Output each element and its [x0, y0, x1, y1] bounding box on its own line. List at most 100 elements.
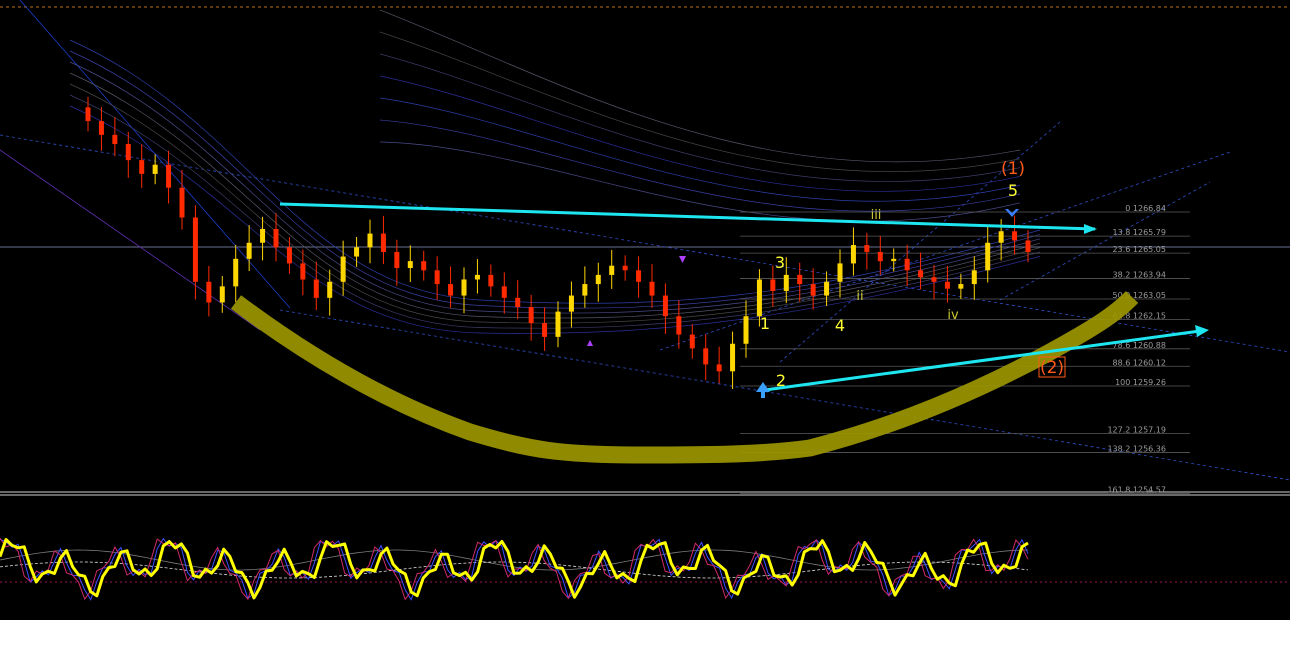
candle-body	[367, 233, 373, 248]
wave-label: 3	[775, 253, 785, 272]
chart-canvas: 0 1266.84 13.8 1265.79 23.6 1265.05 38.2 12…	[0, 0, 1290, 620]
candle-body	[421, 261, 427, 271]
trendlines	[279, 202, 1209, 392]
candle-body	[434, 270, 440, 285]
fib-level-label: 13.8 1265.79	[1113, 228, 1166, 237]
sell-arrow-icon	[1005, 209, 1019, 217]
fib-level-pct: 38.2	[1113, 271, 1133, 280]
candle-body	[233, 258, 239, 287]
channel-line	[69, 83, 1041, 324]
candle-body	[1012, 231, 1018, 241]
fib-level-price: 1259.26	[1133, 378, 1166, 387]
candle-body	[206, 281, 212, 303]
candle-body	[944, 281, 950, 289]
fib-level-pct: 127.2	[1107, 426, 1132, 435]
fib-level-label: 88.6 1260.12	[1113, 358, 1166, 367]
grid-layer	[0, 6, 1290, 583]
wave-label: (2)	[1040, 358, 1064, 378]
candle-body	[300, 263, 306, 280]
fib-level-label: 38.2 1263.94	[1113, 271, 1166, 280]
candle-body	[555, 311, 561, 337]
fib-level-pct: 161.8	[1107, 486, 1132, 495]
wave-label: 2	[776, 371, 786, 390]
wave-label: 5	[1008, 181, 1018, 200]
fib-level-pct: 138.2	[1107, 445, 1132, 454]
candle-body	[192, 217, 198, 282]
price-chart: 0 1266.8413.8 1265.7923.6 1265.0538.2 12…	[0, 0, 1290, 601]
candle-body	[179, 187, 185, 218]
fib-level-price: 1265.05	[1133, 245, 1166, 254]
candle-body	[582, 284, 588, 296]
fib-level-label: 127.2 1257.19	[1107, 426, 1166, 435]
fib-level-label: 100 1259.26	[1115, 378, 1166, 387]
candle-body	[676, 316, 682, 335]
fib-level-label: 23.6 1265.05	[1113, 245, 1166, 254]
cup-arc	[230, 291, 1139, 464]
candle-body	[891, 258, 897, 262]
channel-line	[69, 61, 1041, 314]
channel-line	[0, 149, 261, 331]
bottom-marker-icon	[587, 340, 593, 346]
top-marker-icon	[679, 256, 686, 263]
candle-body	[528, 307, 534, 324]
channel-line	[379, 97, 1021, 202]
candle-body	[246, 242, 252, 259]
fib-level-pct: 23.6	[1113, 245, 1133, 254]
fib-level-price: 1262.15	[1133, 312, 1166, 321]
candle-body	[743, 316, 749, 344]
candle-body	[689, 334, 695, 349]
fib-level-label: 138.2 1256.36	[1107, 445, 1166, 454]
wave-label: 1	[760, 314, 770, 333]
wave-label: 4	[835, 316, 845, 335]
cup-formation	[230, 291, 1139, 464]
resistance-trendline	[279, 202, 1096, 231]
candle-body	[448, 284, 454, 296]
channel-line	[69, 72, 1041, 319]
oscillator-panel	[0, 537, 1029, 601]
candle-body	[864, 245, 870, 252]
fib-level-price: 1254.57	[1133, 486, 1166, 495]
candle-body	[488, 274, 494, 287]
fib-level-price: 1257.19	[1133, 426, 1166, 435]
fib-level-price: 1263.94	[1133, 271, 1166, 280]
fib-level-pct: 88.6	[1113, 358, 1133, 367]
candle-body	[931, 277, 937, 282]
candle-body	[904, 258, 910, 271]
candle-body	[394, 251, 400, 269]
wave-label: iv	[947, 308, 959, 323]
candle-body	[824, 281, 830, 296]
candle-body	[380, 233, 386, 252]
wave-label: iii	[871, 208, 882, 223]
fib-level-price: 1260.88	[1133, 341, 1166, 350]
candle-body	[219, 286, 225, 303]
fib-level-label: 0 1266.84	[1125, 204, 1166, 213]
candle-body	[461, 279, 467, 296]
candle-body	[152, 164, 158, 174]
candle-body	[354, 247, 360, 257]
candle-body	[958, 284, 964, 289]
candle-body	[407, 261, 413, 269]
fib-level-price: 1263.05	[1133, 291, 1166, 300]
fib-level-pct: 13.8	[1113, 228, 1133, 237]
candle-body	[515, 297, 521, 308]
candle-body	[166, 164, 172, 188]
candle-body	[985, 242, 991, 271]
candle-body	[327, 281, 333, 298]
fib-level-pct: 0	[1125, 204, 1133, 213]
candle-body	[918, 270, 924, 278]
candle-body	[971, 270, 977, 285]
candle-body	[139, 160, 145, 174]
candle-body	[501, 286, 507, 298]
candle-body	[810, 284, 816, 296]
candle-body	[649, 281, 655, 296]
fib-level-price: 1266.84	[1133, 204, 1166, 213]
fib-level-label: 161.8 1254.57	[1107, 486, 1166, 495]
candle-body	[877, 251, 883, 262]
buy-arrow-icon	[756, 382, 770, 398]
support-arrowhead	[1195, 325, 1209, 337]
candle-body	[260, 228, 266, 243]
candle-body	[703, 348, 709, 365]
fib-level-price: 1265.79	[1133, 228, 1166, 237]
candle-body	[112, 134, 118, 145]
channel-line	[379, 9, 1021, 163]
